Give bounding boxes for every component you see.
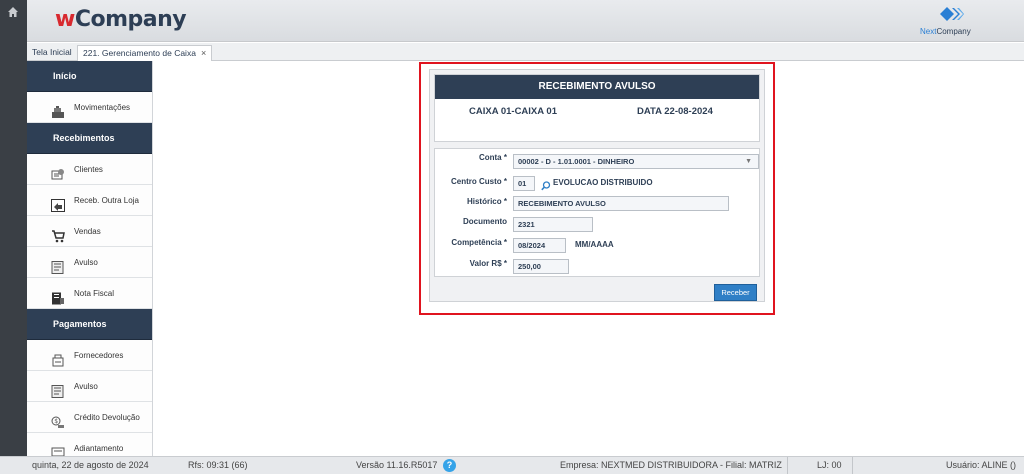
cart-icon	[51, 225, 65, 243]
caixa-label: CAIXA 01-CAIXA 01	[469, 106, 557, 117]
sidebar-item-movimentacoes[interactable]: Movimentações	[27, 92, 152, 123]
sidebar-item-nota-fiscal[interactable]: Nota Fiscal	[27, 278, 152, 309]
data-label: DATA 22-08-2024	[637, 106, 713, 117]
sidebar-item-receb-outra-loja[interactable]: Receb. Outra Loja	[27, 185, 152, 216]
historico-label-text: Histórico	[466, 197, 502, 206]
logo-w: w	[55, 7, 75, 32]
help-icon[interactable]: ?	[443, 459, 456, 472]
status-lj: LJ: 00	[817, 460, 842, 470]
centro-custo-code-input[interactable]: 01	[513, 176, 535, 191]
left-strip	[0, 0, 27, 456]
tab-gerenciamento-caixa[interactable]: 221. Gerenciamento de Caixa ×	[77, 45, 213, 61]
historico-input[interactable]: RECEBIMENTO AVULSO	[513, 196, 729, 211]
status-usuario: Usuário: ALINE ()	[946, 460, 1017, 470]
logo-company: Company	[74, 7, 187, 32]
nextcompany-text: NextCompany	[920, 27, 971, 36]
sidebar-item-label: Adiantamento	[74, 444, 124, 453]
sidebar-item-avulso-pagamento[interactable]: Avulso	[27, 371, 152, 402]
brand-company: Company	[936, 27, 971, 36]
required-mark: *	[503, 238, 507, 247]
status-bar: quinta, 22 de agosto de 2024 Rfs: 09:31 …	[0, 456, 1024, 474]
tab-home[interactable]: Tela Inicial	[27, 45, 77, 61]
conta-label: Conta *	[479, 153, 507, 162]
status-separator	[787, 457, 788, 474]
competencia-label-text: Competência	[451, 238, 502, 247]
chevron-down-icon[interactable]: ▼	[745, 155, 752, 168]
sidebar-item-credito-devolucao[interactable]: $ Crédito Devolução	[27, 402, 152, 433]
valor-input[interactable]: 250,00	[513, 259, 569, 274]
documento-input[interactable]: 2321	[513, 217, 593, 232]
brand-next: Next	[920, 27, 937, 36]
status-separator	[852, 457, 853, 474]
store-transfer-icon	[51, 194, 65, 212]
wcompany-logo[interactable]: wCompany	[55, 7, 187, 32]
required-mark: *	[503, 153, 507, 162]
tab-label: 221. Gerenciamento de Caixa	[83, 48, 196, 58]
status-rfs: Rfs: 09:31 (66)	[188, 460, 248, 470]
recebimento-avulso-panel: RECEBIMENTO AVULSO CAIXA 01-CAIXA 01 DAT…	[429, 69, 765, 302]
sidebar-section-inicio[interactable]: Início	[27, 61, 152, 92]
conta-label-text: Conta	[478, 153, 502, 162]
sidebar-item-label: Movimentações	[74, 103, 131, 112]
sidebar-item-label: Avulso	[74, 258, 98, 267]
sidebar-item-label: Receb. Outra Loja	[74, 196, 139, 205]
main-content: RECEBIMENTO AVULSO CAIXA 01-CAIXA 01 DAT…	[153, 61, 1024, 456]
nextcompany-diamond-icon	[940, 7, 964, 21]
documento-label: Documento	[463, 217, 507, 226]
sidebar-item-label: Clientes	[74, 165, 103, 174]
required-mark: *	[503, 177, 507, 186]
valor-label-text: Valor R$	[469, 259, 502, 268]
top-header: wCompany NextCompany	[27, 0, 1024, 42]
sidebar-item-vendas[interactable]: Vendas	[27, 216, 152, 247]
competencia-hint: MM/AAAA	[575, 240, 614, 249]
sidebar-item-label: Vendas	[74, 227, 101, 236]
advance-icon	[51, 442, 65, 456]
svg-text:$: $	[54, 418, 58, 425]
clients-icon	[51, 163, 65, 180]
invoice-icon	[51, 287, 65, 305]
sidebar-item-label: Fornecedores	[74, 351, 124, 360]
conta-select[interactable]: 00002 - D - 1.01.0001 - DINHEIRO ▼	[513, 154, 759, 169]
receber-button[interactable]: Receber	[714, 284, 757, 301]
centro-custo-description: EVOLUCAO DISTRIBUIDO	[553, 178, 653, 187]
refund-icon: $	[51, 411, 65, 428]
status-empresa: Empresa: NEXTMED DISTRIBUIDORA - Filial:…	[560, 460, 782, 470]
form-title: RECEBIMENTO AVULSO	[435, 75, 759, 99]
status-date: quinta, 22 de agosto de 2024	[32, 460, 149, 470]
sidebar-item-label: Avulso	[74, 382, 98, 391]
sidebar-item-label: Nota Fiscal	[74, 289, 115, 298]
sidebar-item-adiantamento[interactable]: Adiantamento	[27, 433, 152, 456]
form-icon	[51, 380, 65, 398]
close-icon[interactable]: ×	[201, 48, 206, 58]
sidebar-item-clientes[interactable]: Clientes	[27, 154, 152, 185]
home-icon[interactable]	[7, 6, 19, 18]
info-card: RECEBIMENTO AVULSO CAIXA 01-CAIXA 01 DAT…	[434, 74, 760, 142]
form-card: Conta * 00002 - D - 1.01.0001 - DINHEIRO…	[434, 148, 760, 277]
sidebar-section-pagamentos[interactable]: Pagamentos	[27, 309, 152, 340]
valor-label: Valor R$ *	[470, 259, 507, 268]
cash-register-icon	[51, 101, 65, 118]
app-window: wCompany NextCompany Tela Inicial 221. G…	[0, 0, 1024, 474]
historico-label: Histórico *	[467, 197, 507, 206]
search-icon[interactable]	[541, 178, 551, 191]
centro-custo-label-text: Centro Custo	[450, 177, 502, 186]
tab-bar: Tela Inicial 221. Gerenciamento de Caixa…	[27, 43, 1024, 61]
form-icon	[51, 256, 65, 274]
sidebar: Início Movimentações Recebimentos Client…	[27, 61, 153, 456]
centro-custo-label: Centro Custo *	[451, 177, 507, 186]
required-mark: *	[503, 259, 507, 268]
conta-value: 00002 - D - 1.01.0001 - DINHEIRO	[518, 157, 635, 166]
required-mark: *	[503, 197, 507, 206]
sidebar-section-recebimentos[interactable]: Recebimentos	[27, 123, 152, 154]
sidebar-item-avulso-recebimento[interactable]: Avulso	[27, 247, 152, 278]
status-version: Versão 11.16.R5017	[356, 460, 438, 470]
competencia-label: Competência *	[451, 238, 507, 247]
competencia-input[interactable]: 08/2024	[513, 238, 566, 253]
sidebar-item-label: Crédito Devolução	[74, 413, 140, 422]
nextcompany-logo: NextCompany	[916, 3, 986, 39]
sidebar-item-fornecedores[interactable]: Fornecedores	[27, 340, 152, 371]
supplier-icon	[51, 349, 65, 367]
